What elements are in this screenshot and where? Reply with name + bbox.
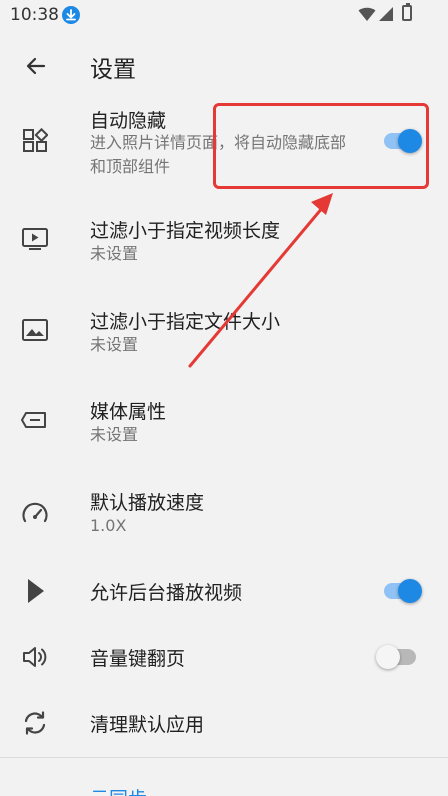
tv-play-icon (20, 224, 50, 254)
setting-media-attributes[interactable]: 媒体属性 未设置 (0, 387, 448, 459)
setting-summary: 1.0X (90, 516, 127, 535)
setting-summary: 未设置 (90, 335, 139, 354)
setting-video-length-filter[interactable]: 过滤小于指定视频长度 未设置 (0, 206, 448, 278)
setting-summary: 未设置 (90, 425, 139, 444)
setting-title: 允许后台播放视频 (90, 582, 243, 604)
setting-background-playback[interactable]: 允许后台播放视频 (0, 568, 448, 616)
setting-clear-default-app[interactable]: 清理默认应用 (0, 700, 448, 748)
wifi-icon (358, 6, 376, 26)
arrow-left-icon (26, 57, 46, 75)
switch-thumb (398, 579, 422, 603)
image-icon (20, 315, 50, 345)
back-button[interactable] (16, 46, 56, 86)
setting-file-size-filter[interactable]: 过滤小于指定文件大小 未设置 (0, 297, 448, 369)
volume-key-switch[interactable] (376, 641, 426, 671)
setting-title: 音量键翻页 (90, 648, 186, 670)
setting-default-playback-speed[interactable]: 默认播放速度 1.0X (0, 478, 448, 550)
setting-title: 清理默认应用 (90, 714, 205, 736)
download-icon (62, 6, 80, 24)
setting-title: 过滤小于指定文件大小 (90, 311, 281, 333)
background-playback-switch[interactable] (382, 575, 426, 605)
setting-summary: 未设置 (90, 244, 139, 263)
setting-title: 媒体属性 (90, 401, 167, 423)
setting-title: 过滤小于指定视频长度 (90, 220, 281, 242)
annotation-highlight-box (213, 103, 429, 189)
tag-icon (20, 405, 50, 435)
status-bar: 10:38 (0, 0, 448, 30)
widgets-icon (20, 126, 50, 156)
status-time: 10:38 (10, 5, 59, 25)
section-divider (0, 757, 448, 758)
setting-title: 自动隐藏 (90, 110, 167, 132)
settings-screen: 10:38 设置 自动隐藏 进入照片详情页面，将自动隐藏底部和顶部组件 过滤小于… (0, 0, 448, 796)
sync-icon (20, 708, 50, 738)
play-icon (20, 576, 50, 606)
page-title: 设置 (90, 57, 136, 83)
speed-icon (20, 498, 50, 528)
switch-thumb (376, 645, 400, 669)
setting-title: 默认播放速度 (90, 492, 205, 514)
app-bar: 设置 (0, 36, 448, 96)
setting-volume-key-paging[interactable]: 音量键翻页 (0, 634, 448, 682)
section-label-cloud-sync: 云同步 (90, 784, 147, 796)
battery-icon (402, 3, 412, 21)
volume-icon (20, 642, 50, 672)
signal-icon (378, 6, 394, 26)
